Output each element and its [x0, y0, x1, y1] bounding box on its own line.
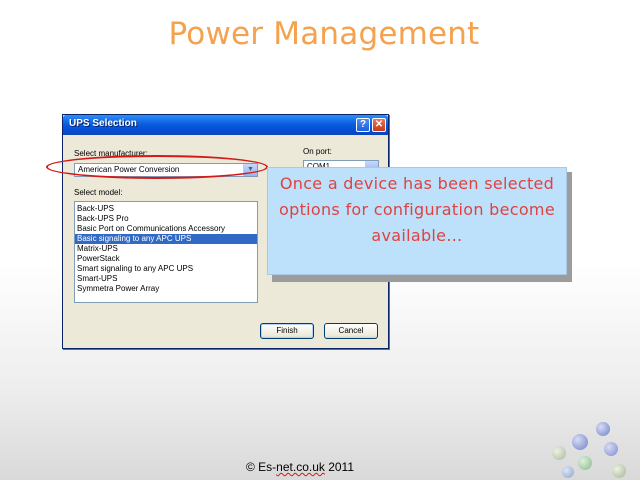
footer-prefix: © Es-: [245, 460, 277, 474]
finish-button[interactable]: Finish: [260, 323, 314, 339]
model-list-item[interactable]: Back-UPS: [75, 204, 257, 214]
logo-dot: [596, 422, 610, 436]
slide-title: Power Management: [168, 16, 480, 52]
port-label: On port:: [303, 147, 332, 156]
model-list-item[interactable]: Smart-UPS: [75, 274, 257, 284]
logo-dot: [552, 446, 566, 460]
model-list-item[interactable]: PowerStack: [75, 254, 257, 264]
model-list-item[interactable]: Basic Port on Communications Accessory: [75, 224, 257, 234]
model-list-item[interactable]: Matrix-UPS: [75, 244, 257, 254]
model-label: Select model:: [74, 188, 123, 197]
logo-dot: [562, 466, 574, 478]
model-list-item[interactable]: Back-UPS Pro: [75, 214, 257, 224]
help-button[interactable]: ?: [356, 118, 370, 132]
model-list-item[interactable]: Basic signaling to any APC UPS: [75, 234, 257, 244]
footer-domain: net.co.uk: [276, 460, 325, 474]
logo-dot: [604, 442, 618, 456]
callout-box: Once a device has been selected options …: [267, 167, 567, 275]
logo-dot: [578, 456, 592, 470]
dialog-title: UPS Selection: [69, 118, 137, 129]
logo-dot: [572, 434, 588, 450]
footer-year: 2011: [324, 460, 355, 474]
logo-dot: [612, 464, 626, 478]
highlight-oval: [46, 155, 268, 179]
model-list-item[interactable]: Smart signaling to any APC UPS: [75, 264, 257, 274]
model-list-item[interactable]: Symmetra Power Array: [75, 284, 257, 294]
cancel-button[interactable]: Cancel: [324, 323, 378, 339]
logo-dots: [548, 420, 640, 480]
footer-copyright: © Es-net.co.uk 2011: [0, 460, 600, 474]
model-listbox[interactable]: Back-UPS Back-UPS Pro Basic Port on Commun…: [74, 201, 258, 303]
close-button[interactable]: ✕: [372, 118, 386, 132]
dialog-titlebar[interactable]: UPS Selection ? ✕: [63, 115, 388, 135]
